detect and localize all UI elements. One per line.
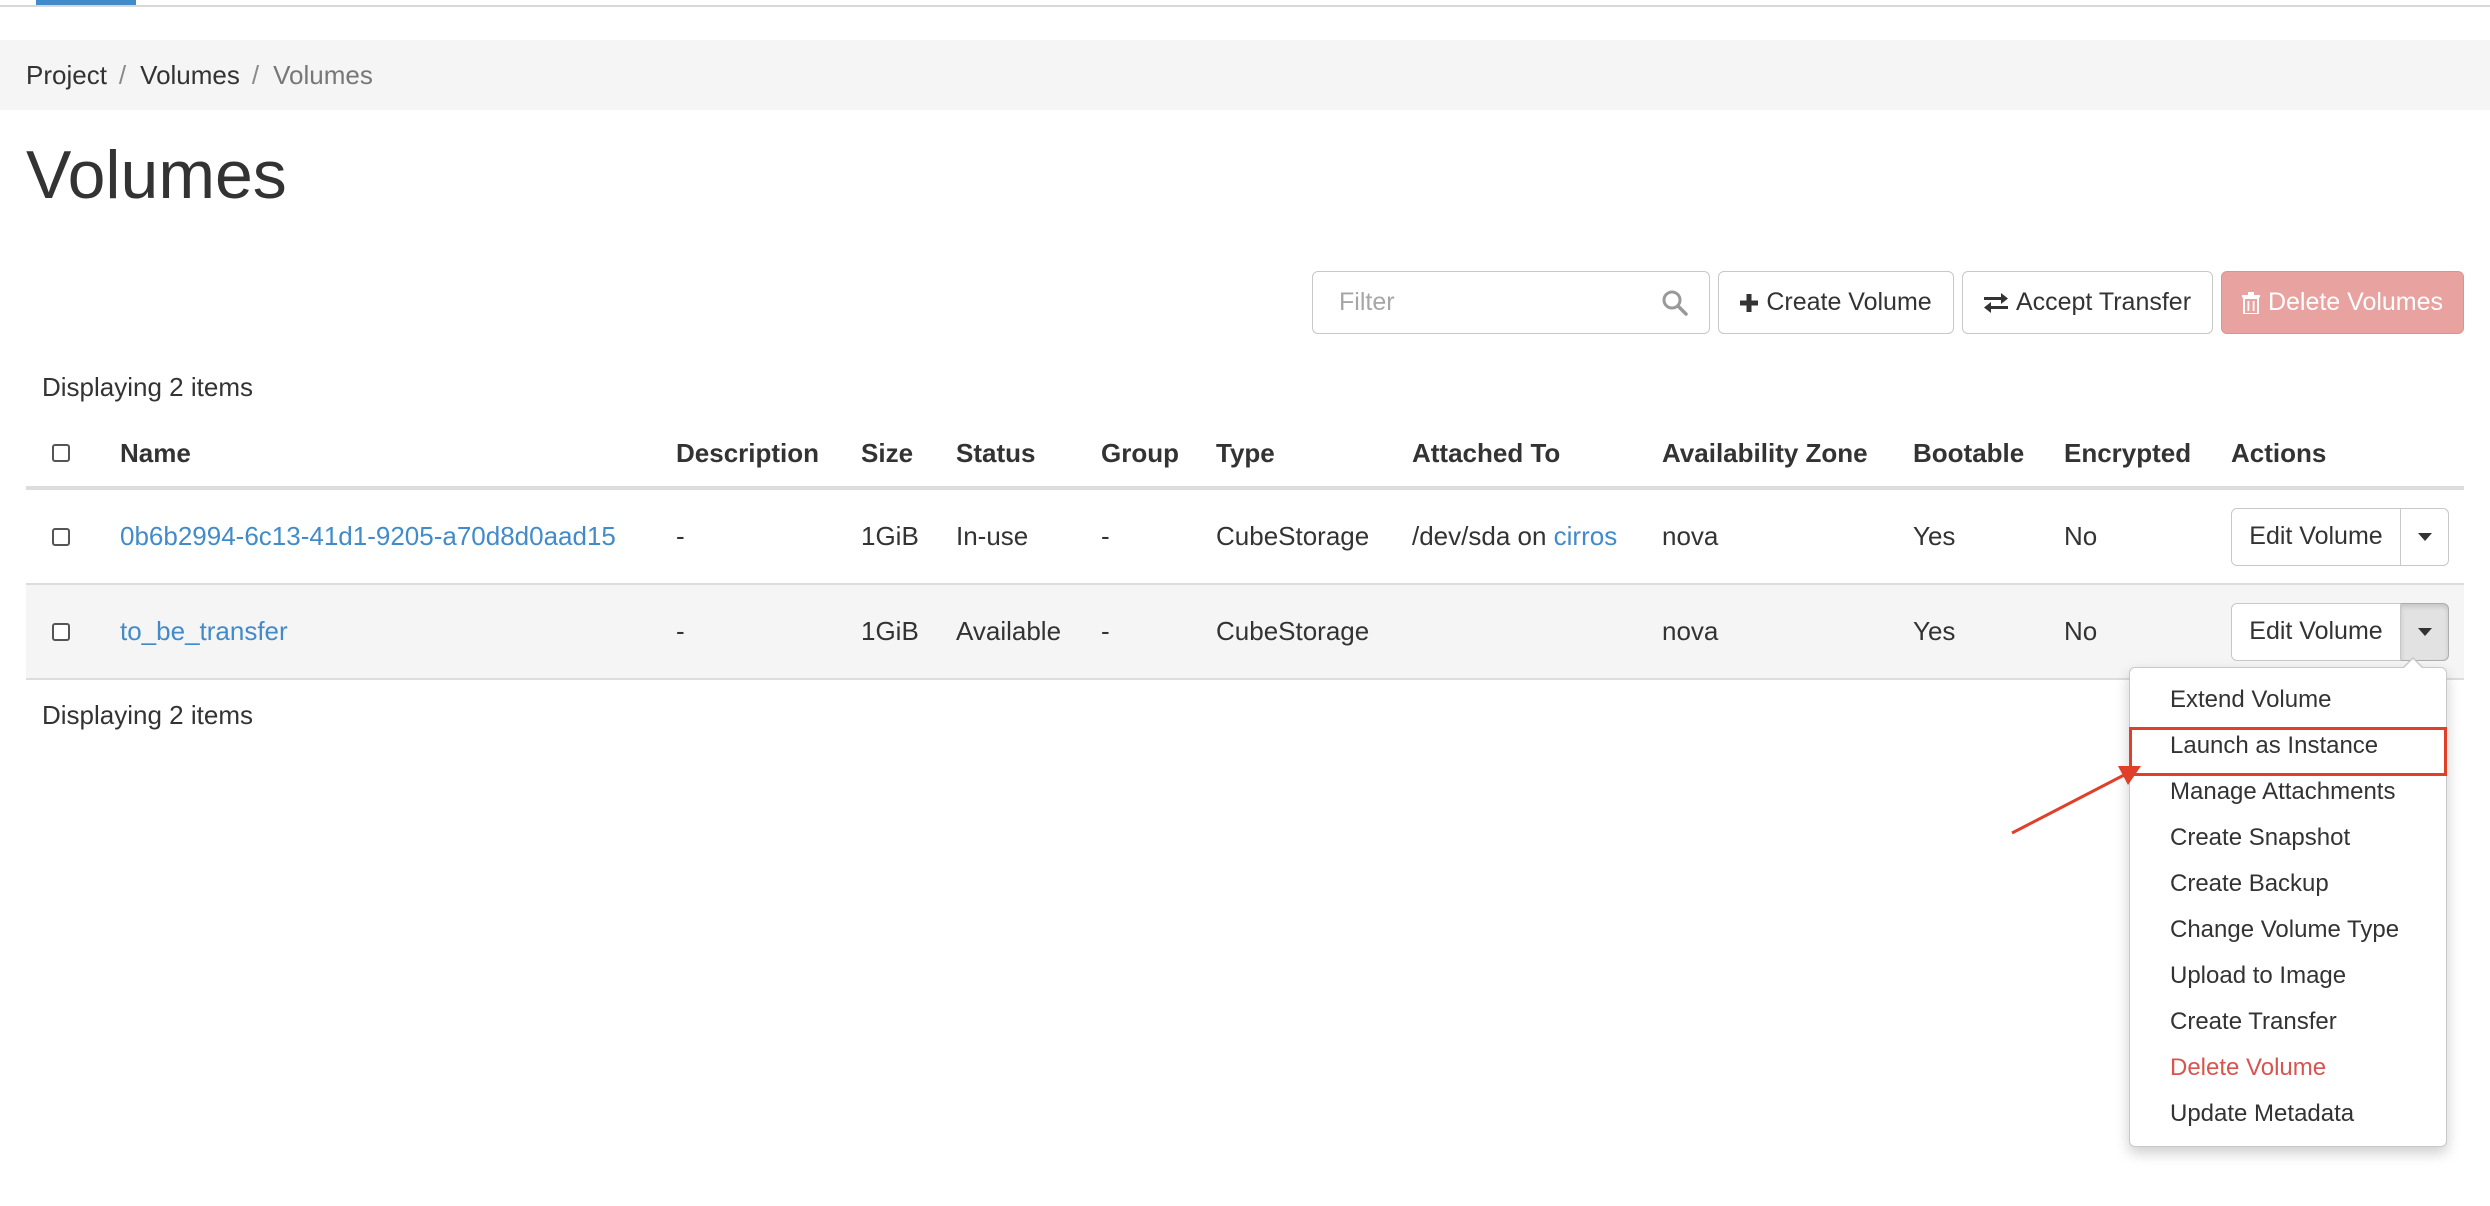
group-cell: - bbox=[1101, 584, 1216, 680]
attached-to-cell: /dev/sda on cirros bbox=[1412, 488, 1662, 585]
filter-box bbox=[1312, 271, 1710, 334]
column-header-availability-zone[interactable]: Availability Zone bbox=[1662, 420, 1913, 490]
accept-transfer-label: Accept Transfer bbox=[2015, 288, 2192, 316]
active-tab-indicator bbox=[36, 0, 136, 5]
row-action-group: Edit Volume bbox=[2231, 602, 2464, 661]
attached-instance-link[interactable]: cirros bbox=[1554, 521, 1618, 551]
delete-volumes-label: Delete Volumes bbox=[2267, 288, 2444, 316]
type-cell: CubeStorage bbox=[1216, 488, 1412, 585]
column-header-size[interactable]: Size bbox=[861, 420, 956, 490]
bootable-cell: Yes bbox=[1913, 488, 2064, 585]
menu-item-delete-volume[interactable]: Delete Volume bbox=[2170, 1054, 2326, 1082]
exchange-icon bbox=[1983, 292, 2008, 313]
row-checkbox[interactable] bbox=[52, 527, 70, 546]
annotation-highlight-box bbox=[2129, 727, 2447, 776]
caret-down-icon bbox=[2417, 532, 2432, 541]
actions-dropdown-toggle[interactable] bbox=[2401, 602, 2449, 661]
column-header-attached-to[interactable]: Attached To bbox=[1412, 420, 1662, 490]
table-header-row: Name Description Size Status Group Type … bbox=[26, 420, 2464, 490]
status-cell: Available bbox=[956, 584, 1101, 680]
breadcrumb-project[interactable]: Project bbox=[26, 60, 107, 91]
menu-item-create-backup[interactable]: Create Backup bbox=[2170, 870, 2329, 898]
filter-input[interactable] bbox=[1337, 272, 1671, 332]
edit-volume-button[interactable]: Edit Volume bbox=[2231, 602, 2401, 661]
encrypted-cell: No bbox=[2064, 584, 2231, 680]
menu-item-create-snapshot[interactable]: Create Snapshot bbox=[2170, 824, 2350, 852]
status-cell: In-use bbox=[956, 488, 1101, 585]
breadcrumb: Project / Volumes / Volumes bbox=[0, 40, 2490, 110]
bootable-cell: Yes bbox=[1913, 584, 2064, 680]
size-cell: 1GiB bbox=[861, 488, 956, 585]
row-action-group: Edit Volume bbox=[2231, 507, 2464, 566]
attached-device: /dev/sda on bbox=[1412, 521, 1554, 551]
caret-down-icon bbox=[2417, 627, 2432, 636]
search-icon[interactable] bbox=[1661, 289, 1689, 317]
menu-item-create-transfer[interactable]: Create Transfer bbox=[2170, 1008, 2337, 1036]
row-select-cell bbox=[26, 584, 120, 680]
plus-icon bbox=[1740, 293, 1759, 312]
column-header-bootable[interactable]: Bootable bbox=[1913, 420, 2064, 490]
column-header-encrypted[interactable]: Encrypted bbox=[2064, 420, 2231, 490]
actions-dropdown-toggle[interactable] bbox=[2401, 507, 2449, 566]
description-cell: - bbox=[676, 584, 861, 680]
row-checkbox[interactable] bbox=[52, 622, 70, 641]
column-header-name[interactable]: Name bbox=[120, 420, 676, 490]
volume-name-link[interactable]: to_be_transfer bbox=[120, 616, 288, 646]
menu-item-manage-attachments[interactable]: Manage Attachments bbox=[2170, 778, 2395, 806]
actions-cell: Edit Volume bbox=[2231, 488, 2464, 585]
description-cell: - bbox=[676, 488, 861, 585]
select-all-cell bbox=[26, 420, 120, 490]
actions-cell: Edit Volume bbox=[2231, 584, 2464, 680]
column-header-actions: Actions bbox=[2231, 420, 2464, 490]
table-row: to_be_transfer - 1GiB Available - CubeSt… bbox=[26, 584, 2464, 680]
item-count-top: Displaying 2 items bbox=[42, 372, 253, 402]
column-header-type[interactable]: Type bbox=[1216, 420, 1412, 490]
group-cell: - bbox=[1101, 488, 1216, 585]
volume-name-cell: to_be_transfer bbox=[120, 584, 676, 680]
item-count-bottom: Displaying 2 items bbox=[42, 700, 253, 730]
attached-to-cell bbox=[1412, 584, 1662, 680]
zone-cell: nova bbox=[1662, 488, 1913, 585]
breadcrumb-separator: / bbox=[251, 59, 260, 90]
menu-item-upload-to-image[interactable]: Upload to Image bbox=[2170, 962, 2346, 990]
create-volume-button[interactable]: Create Volume bbox=[1718, 271, 1954, 334]
encrypted-cell: No bbox=[2064, 488, 2231, 585]
column-header-status[interactable]: Status bbox=[956, 420, 1101, 490]
menu-item-change-volume-type[interactable]: Change Volume Type bbox=[2170, 916, 2399, 944]
type-cell: CubeStorage bbox=[1216, 584, 1412, 680]
top-nav-border bbox=[0, 0, 2490, 7]
volume-name-link[interactable]: 0b6b2994-6c13-41d1-9205-a70d8d0aad15 bbox=[120, 521, 616, 551]
select-all-checkbox[interactable] bbox=[52, 444, 70, 462]
breadcrumb-current: Volumes bbox=[273, 59, 373, 90]
volumes-table: Name Description Size Status Group Type … bbox=[26, 420, 2464, 680]
size-cell: 1GiB bbox=[861, 584, 956, 680]
table-row: 0b6b2994-6c13-41d1-9205-a70d8d0aad15 - 1… bbox=[26, 488, 2464, 585]
trash-icon bbox=[2241, 291, 2260, 314]
accept-transfer-button[interactable]: Accept Transfer bbox=[1962, 271, 2213, 334]
page-title: Volumes bbox=[26, 137, 287, 213]
breadcrumb-volumes[interactable]: Volumes bbox=[140, 60, 240, 91]
volume-name-cell: 0b6b2994-6c13-41d1-9205-a70d8d0aad15 bbox=[120, 488, 676, 585]
zone-cell: nova bbox=[1662, 584, 1913, 680]
column-header-group[interactable]: Group bbox=[1101, 420, 1216, 490]
column-header-description[interactable]: Description bbox=[676, 420, 861, 490]
menu-item-extend-volume[interactable]: Extend Volume bbox=[2170, 686, 2331, 714]
edit-volume-button[interactable]: Edit Volume bbox=[2231, 507, 2401, 566]
breadcrumb-separator: / bbox=[118, 59, 127, 90]
create-volume-label: Create Volume bbox=[1766, 288, 1932, 316]
delete-volumes-button[interactable]: Delete Volumes bbox=[2221, 271, 2464, 334]
menu-item-update-metadata[interactable]: Update Metadata bbox=[2170, 1100, 2354, 1128]
row-select-cell bbox=[26, 488, 120, 585]
